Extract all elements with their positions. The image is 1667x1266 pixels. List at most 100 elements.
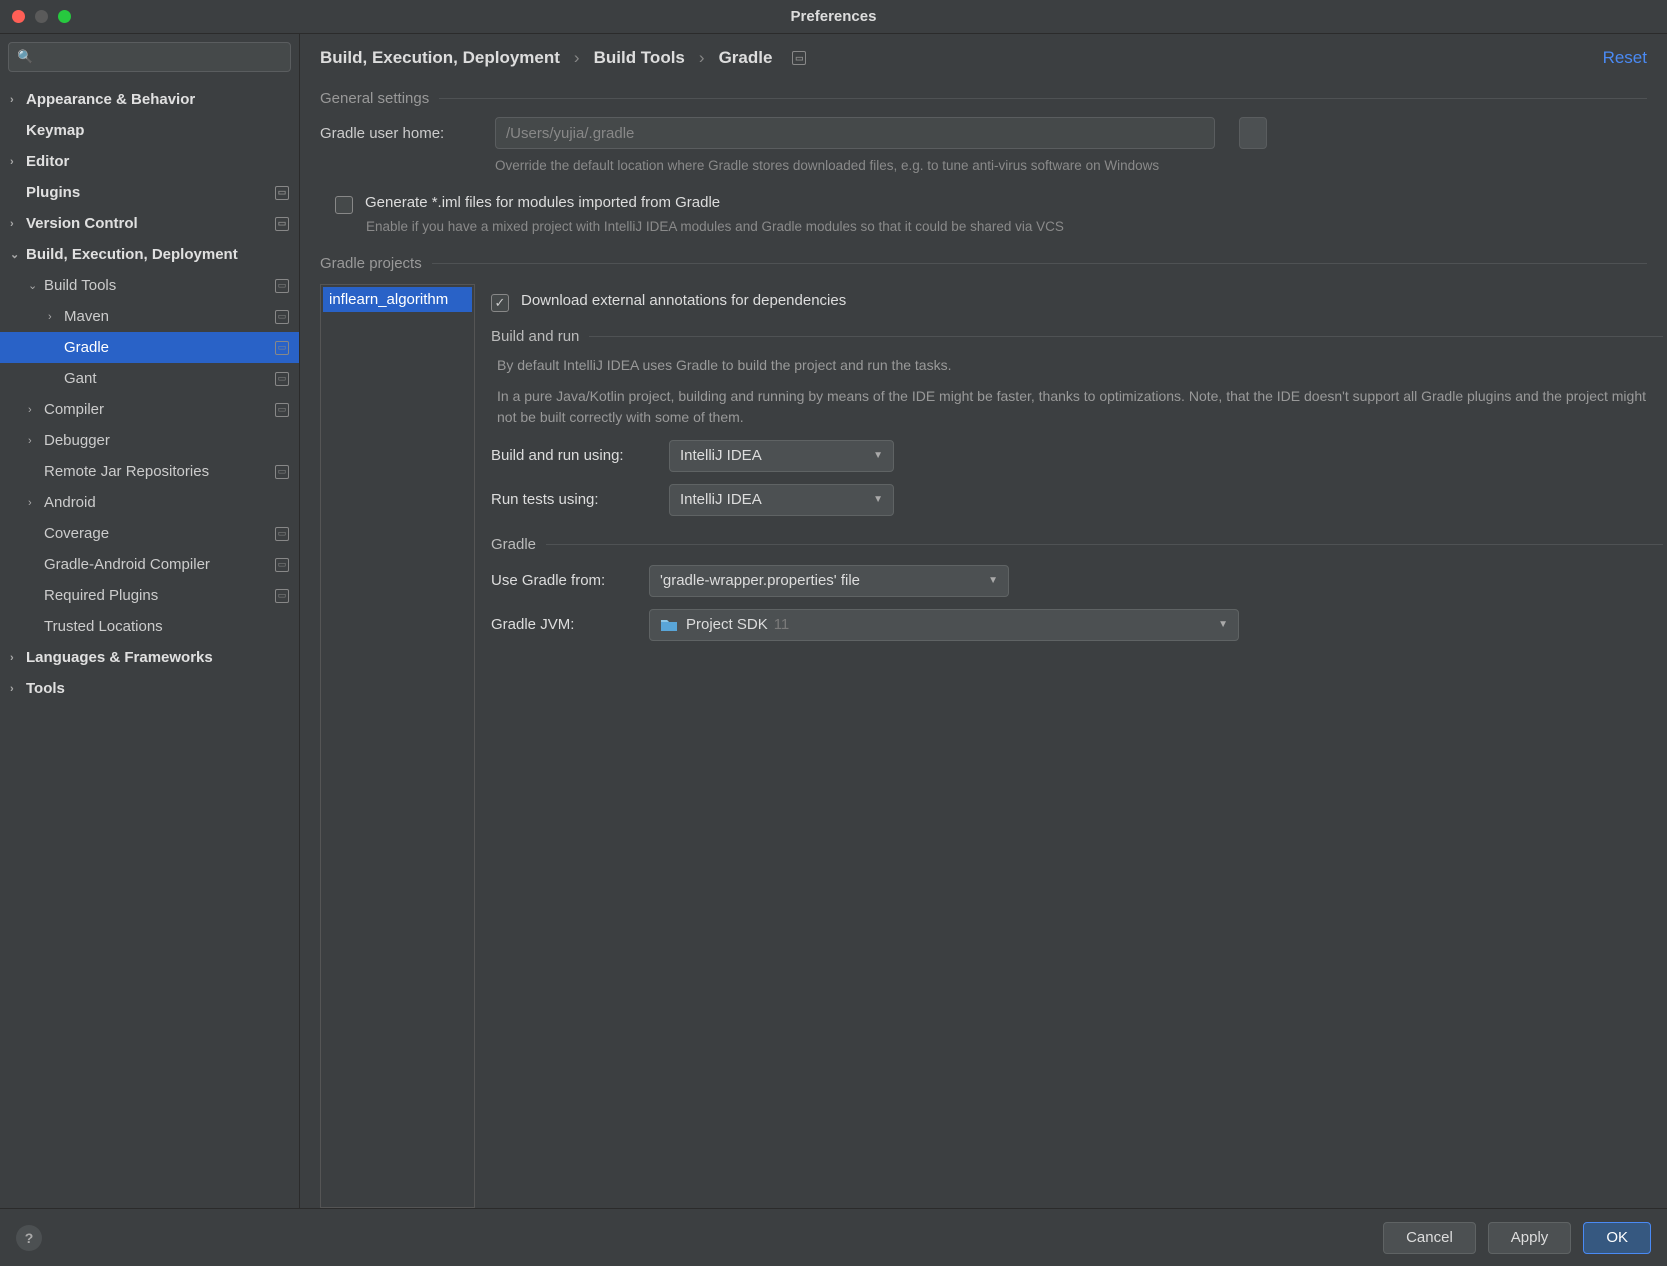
tree-item-android[interactable]: Android	[0, 487, 299, 518]
download-annotations-label: Download external annotations for depend…	[521, 292, 846, 309]
use-gradle-from-label: Use Gradle from:	[491, 572, 631, 589]
section-gradle-projects: Gradle projects	[300, 247, 1667, 276]
apply-button[interactable]: Apply	[1488, 1222, 1572, 1254]
ok-button[interactable]: OK	[1583, 1222, 1651, 1254]
tree-item-tools[interactable]: Tools	[0, 673, 299, 704]
project-scope-icon: ▭	[275, 310, 289, 324]
project-scope-icon: ▭	[275, 372, 289, 386]
tree-item-label: Remote Jar Repositories	[44, 463, 275, 480]
tree-item-editor[interactable]: Editor	[0, 146, 299, 177]
tree-item-required-plugins[interactable]: Required Plugins▭	[0, 580, 299, 611]
chevron-right-icon[interactable]	[10, 94, 26, 106]
subsection-gradle: Gradle	[491, 522, 1663, 559]
tree-item-label: Appearance & Behavior	[26, 91, 289, 108]
chevron-right-icon[interactable]	[10, 683, 26, 695]
tree-item-label: Gradle	[64, 339, 275, 356]
gradle-home-input[interactable]: /Users/yujia/.gradle	[495, 117, 1215, 149]
build-using-dropdown[interactable]: IntelliJ IDEA ▼	[669, 440, 894, 472]
chevron-right-icon[interactable]	[48, 311, 64, 323]
tree-item-label: Build Tools	[44, 277, 275, 294]
generate-iml-label: Generate *.iml files for modules importe…	[365, 194, 720, 211]
minimize-window-icon[interactable]	[35, 10, 48, 23]
use-gradle-from-dropdown[interactable]: 'gradle-wrapper.properties' file ▼	[649, 565, 1009, 597]
breadcrumb-item[interactable]: Build Tools	[594, 48, 685, 68]
generate-iml-checkbox[interactable]	[335, 196, 353, 214]
gradle-home-label: Gradle user home:	[320, 125, 475, 142]
tree-item-label: Editor	[26, 153, 289, 170]
chevron-right-icon: ›	[574, 48, 580, 68]
search-icon: 🔍	[17, 49, 33, 65]
project-scope-icon: ▭	[792, 51, 806, 65]
project-scope-icon: ▭	[275, 465, 289, 479]
tree-item-label: Plugins	[26, 184, 275, 201]
chevron-down-icon: ▼	[873, 450, 883, 461]
tree-item-label: Maven	[64, 308, 275, 325]
chevron-right-icon[interactable]	[10, 156, 26, 168]
chevron-right-icon[interactable]	[28, 435, 44, 447]
download-annotations-checkbox[interactable]	[491, 294, 509, 312]
tree-item-compiler[interactable]: Compiler▭	[0, 394, 299, 425]
reset-link[interactable]: Reset	[1603, 48, 1647, 68]
tree-item-version-control[interactable]: Version Control▭	[0, 208, 299, 239]
search-input[interactable]: 🔍	[8, 42, 291, 72]
tree-item-build-execution-deployment[interactable]: Build, Execution, Deployment	[0, 239, 299, 270]
cancel-button[interactable]: Cancel	[1383, 1222, 1476, 1254]
settings-tree: Appearance & Behavior Keymap Editor Plugins…	[0, 80, 299, 1208]
tree-item-label: Version Control	[26, 215, 275, 232]
chevron-right-icon[interactable]	[10, 218, 26, 230]
footer: ? Cancel Apply OK	[0, 1208, 1667, 1266]
tree-item-debugger[interactable]: Debugger	[0, 425, 299, 456]
tree-item-maven[interactable]: Maven▭	[0, 301, 299, 332]
gradle-projects-list[interactable]: inflearn_algorithm	[320, 284, 475, 1208]
tree-item-appearance-behavior[interactable]: Appearance & Behavior	[0, 84, 299, 115]
tree-item-build-tools[interactable]: Build Tools▭	[0, 270, 299, 301]
tree-item-label: Languages & Frameworks	[26, 649, 289, 666]
tree-item-label: Coverage	[44, 525, 275, 542]
tree-item-keymap[interactable]: Keymap	[0, 115, 299, 146]
folder-icon	[660, 618, 678, 632]
chevron-down-icon: ▼	[873, 494, 883, 505]
chevron-down-icon[interactable]	[28, 279, 44, 292]
tree-item-label: Compiler	[44, 401, 275, 418]
tree-item-gant[interactable]: Gant▭	[0, 363, 299, 394]
sidebar: 🔍 Appearance & Behavior Keymap Editor Plugi…	[0, 34, 300, 1208]
tree-item-trusted-locations[interactable]: Trusted Locations	[0, 611, 299, 642]
content-panel: Build, Execution, Deployment › Build Too…	[300, 34, 1667, 1208]
close-window-icon[interactable]	[12, 10, 25, 23]
chevron-down-icon: ▼	[1218, 619, 1228, 630]
chevron-right-icon[interactable]	[28, 404, 44, 416]
tree-item-plugins[interactable]: Plugins▭	[0, 177, 299, 208]
tree-item-label: Android	[44, 494, 289, 511]
project-scope-icon: ▭	[275, 279, 289, 293]
chevron-right-icon: ›	[699, 48, 705, 68]
tree-item-remote-jar-repositories[interactable]: Remote Jar Repositories▭	[0, 456, 299, 487]
project-scope-icon: ▭	[275, 341, 289, 355]
tree-item-label: Gant	[64, 370, 275, 387]
chevron-right-icon[interactable]	[28, 497, 44, 509]
tree-item-label: Build, Execution, Deployment	[26, 246, 289, 263]
help-button[interactable]: ?	[16, 1225, 42, 1251]
build-run-description-2: In a pure Java/Kotlin project, building …	[491, 382, 1663, 434]
gradle-project-item[interactable]: inflearn_algorithm	[323, 287, 472, 312]
chevron-right-icon[interactable]	[10, 652, 26, 664]
tree-item-gradle[interactable]: Gradle▭	[0, 332, 299, 363]
gradle-jvm-dropdown[interactable]: Project SDK 11 ▼	[649, 609, 1239, 641]
maximize-window-icon[interactable]	[58, 10, 71, 23]
tree-item-gradle-android-compiler[interactable]: Gradle-Android Compiler▭	[0, 549, 299, 580]
tests-using-label: Run tests using:	[491, 491, 651, 508]
tests-using-dropdown[interactable]: IntelliJ IDEA ▼	[669, 484, 894, 516]
build-using-label: Build and run using:	[491, 447, 651, 464]
gradle-jvm-label: Gradle JVM:	[491, 616, 631, 633]
gradle-home-hint: Override the default location where Grad…	[300, 155, 1667, 186]
tree-item-label: Debugger	[44, 432, 289, 449]
breadcrumb-item[interactable]: Build, Execution, Deployment	[320, 48, 560, 68]
chevron-down-icon: ▼	[988, 575, 998, 586]
tree-item-coverage[interactable]: Coverage▭	[0, 518, 299, 549]
tree-item-label: Required Plugins	[44, 587, 275, 604]
chevron-down-icon[interactable]	[10, 248, 26, 261]
tree-item-label: Gradle-Android Compiler	[44, 556, 275, 573]
browse-button[interactable]	[1239, 117, 1267, 149]
tree-item-languages-frameworks[interactable]: Languages & Frameworks	[0, 642, 299, 673]
project-scope-icon: ▭	[275, 558, 289, 572]
project-scope-icon: ▭	[275, 217, 289, 231]
